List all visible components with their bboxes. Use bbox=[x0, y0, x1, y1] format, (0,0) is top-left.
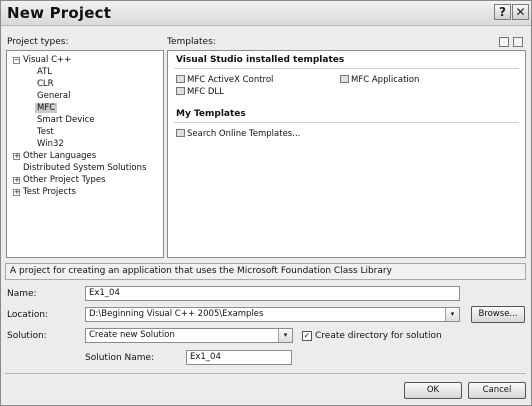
large-icons-view-icon[interactable] bbox=[499, 37, 509, 47]
footer-divider bbox=[5, 373, 526, 374]
tree-item-atl[interactable]: ATL bbox=[37, 67, 52, 77]
tree-item-smart-device[interactable]: Smart Device bbox=[37, 115, 94, 125]
location-label: Location: bbox=[7, 310, 49, 320]
tree-expander-visual-cpp[interactable]: − bbox=[13, 57, 20, 64]
ok-button[interactable]: OK bbox=[404, 382, 462, 399]
tree-item-distributed-system-solutions[interactable]: Distributed System Solutions bbox=[23, 163, 146, 173]
name-label: Name: bbox=[7, 289, 37, 299]
mfc-template-icon bbox=[340, 75, 349, 83]
templates-label: Templates: bbox=[167, 37, 216, 47]
template-mfc-activex-control[interactable]: MFC ActiveX Control bbox=[176, 75, 273, 85]
location-value: D:\Beginning Visual C++ 2005\Examples bbox=[89, 309, 264, 319]
check-icon: ✓ bbox=[303, 331, 311, 340]
my-templates-divider bbox=[174, 122, 519, 123]
chevron-down-icon: ▾ bbox=[450, 310, 455, 318]
installed-templates-heading: Visual Studio installed templates bbox=[176, 55, 345, 65]
ok-button-label: OK bbox=[426, 385, 440, 395]
location-dropdown-button[interactable]: ▾ bbox=[445, 308, 459, 321]
browse-button[interactable]: Browse... bbox=[471, 306, 525, 323]
cancel-button[interactable]: Cancel bbox=[468, 382, 526, 399]
title-bar: New Project ? ✕ bbox=[1, 1, 531, 26]
close-button[interactable]: ✕ bbox=[512, 4, 529, 20]
tree-item-test[interactable]: Test bbox=[37, 127, 54, 137]
installed-templates-divider bbox=[174, 68, 519, 69]
solution-label: Solution: bbox=[7, 331, 47, 341]
project-types-label: Project types: bbox=[7, 37, 69, 47]
tree-item-visual-cpp[interactable]: Visual C++ bbox=[23, 55, 71, 65]
templates-list[interactable]: Visual Studio installed templates MFC Ac… bbox=[167, 50, 526, 258]
tree-expander-other-project-types[interactable]: + bbox=[13, 177, 20, 184]
tree-item-mfc[interactable]: MFC bbox=[35, 103, 58, 113]
name-field[interactable]: Ex1_04 bbox=[85, 286, 460, 301]
cancel-button-label: Cancel bbox=[482, 385, 512, 395]
solution-name-field[interactable]: Ex1_04 bbox=[186, 350, 292, 365]
template-description: A project for creating an application th… bbox=[5, 263, 526, 280]
project-types-tree[interactable]: − Visual C++ ATL CLR General MFC Smart D… bbox=[6, 50, 164, 258]
template-mfc-dll[interactable]: MFC DLL bbox=[176, 87, 224, 97]
tree-item-other-project-types[interactable]: Other Project Types bbox=[23, 175, 106, 185]
browse-button-label: Browse... bbox=[478, 309, 518, 319]
solution-dropdown-button[interactable]: ▾ bbox=[278, 329, 292, 342]
help-button[interactable]: ? bbox=[494, 4, 511, 20]
template-search-online[interactable]: Search Online Templates... bbox=[176, 129, 300, 139]
help-icon: ? bbox=[499, 5, 506, 19]
my-templates-heading: My Templates bbox=[176, 109, 246, 119]
tree-item-other-languages[interactable]: Other Languages bbox=[23, 151, 96, 161]
name-field-value: Ex1_04 bbox=[89, 288, 120, 298]
search-online-icon bbox=[176, 129, 185, 137]
tree-item-test-projects[interactable]: Test Projects bbox=[23, 187, 76, 197]
solution-name-value: Ex1_04 bbox=[190, 352, 221, 362]
tree-item-general[interactable]: General bbox=[37, 91, 71, 101]
tree-expander-test-projects[interactable]: + bbox=[13, 189, 20, 196]
template-description-text: A project for creating an application th… bbox=[10, 266, 392, 276]
template-mfc-application[interactable]: MFC Application bbox=[340, 75, 419, 85]
new-project-dialog: New Project ? ✕ Project types: Templates… bbox=[0, 0, 532, 406]
dialog-title: New Project bbox=[7, 4, 112, 22]
mfc-template-icon bbox=[176, 75, 185, 83]
solution-value: Create new Solution bbox=[89, 330, 175, 340]
tree-item-win32[interactable]: Win32 bbox=[37, 139, 64, 149]
solution-name-label: Solution Name: bbox=[85, 353, 155, 363]
chevron-down-icon: ▾ bbox=[283, 331, 288, 339]
close-icon: ✕ bbox=[515, 5, 526, 19]
create-directory-checkbox[interactable]: ✓ bbox=[302, 331, 312, 341]
tree-item-clr[interactable]: CLR bbox=[37, 79, 54, 89]
tree-expander-other-languages[interactable]: + bbox=[13, 153, 20, 160]
solution-combo[interactable]: Create new Solution ▾ bbox=[85, 328, 293, 343]
create-directory-label: Create directory for solution bbox=[315, 331, 442, 341]
small-icons-view-icon[interactable] bbox=[513, 37, 523, 47]
location-combo[interactable]: D:\Beginning Visual C++ 2005\Examples ▾ bbox=[85, 307, 460, 322]
mfc-template-icon bbox=[176, 87, 185, 95]
